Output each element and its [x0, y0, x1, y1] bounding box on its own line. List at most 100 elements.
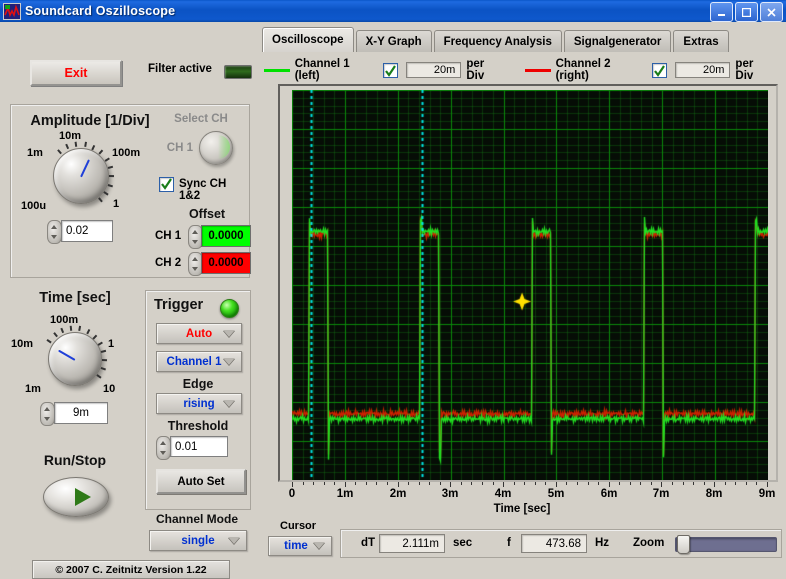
x-tick-minor	[303, 482, 304, 485]
trigger-mode-combo[interactable]: Auto	[156, 323, 242, 344]
trigger-source-combo[interactable]: Channel 1	[156, 351, 242, 372]
x-tick-major	[661, 482, 662, 487]
offset-title: Offset	[171, 207, 243, 221]
channel-2-per-div-value[interactable]: 20m	[675, 62, 730, 78]
x-axis: 0 1m 2m 3m 4m 5m 6m 7m 8m 9m	[292, 482, 768, 502]
time-knob-label-1m: 1m	[25, 383, 41, 395]
time-stepper[interactable]	[40, 402, 55, 426]
x-tick-minor	[482, 482, 483, 485]
x-tick-minor	[566, 482, 567, 485]
x-tick-label: 7m	[653, 488, 670, 500]
trigger-edge-value: rising	[183, 398, 214, 410]
x-tick-minor	[324, 482, 325, 485]
sync-ch-checkbox[interactable]	[159, 177, 174, 192]
x-tick-minor	[704, 482, 705, 485]
time-knob[interactable]	[48, 332, 102, 386]
tab-signalgenerator[interactable]: Signalgenerator	[564, 30, 672, 52]
close-button[interactable]	[760, 2, 783, 22]
channel-1-per-div-label: per Div	[466, 58, 505, 82]
x-tick-minor	[577, 482, 578, 485]
time-knob-label-1: 1	[108, 338, 114, 350]
zoom-slider-track[interactable]	[675, 537, 777, 552]
x-tick-minor	[588, 482, 589, 485]
x-tick-minor	[471, 482, 472, 485]
offset-ch1-label: CH 1	[155, 230, 181, 242]
channel-2-per-div-label: per Div	[735, 58, 774, 82]
x-tick-minor	[640, 482, 641, 485]
cursor-mode-value: time	[284, 540, 308, 552]
x-tick-minor	[630, 482, 631, 485]
cursor-bar: Cursor time dT 2.111m sec f 473.68 Hz Zo…	[264, 520, 780, 556]
time-knob-label-10: 10	[103, 383, 115, 395]
x-tick-minor	[693, 482, 694, 485]
x-tick-major	[609, 482, 610, 487]
amplitude-knob-label-10m: 10m	[59, 130, 81, 142]
amplitude-stepper[interactable]	[47, 220, 62, 244]
chevron-down-icon	[313, 542, 325, 549]
offset-ch2-value[interactable]: 0.0000	[201, 252, 251, 274]
x-tick-label: 6m	[601, 488, 618, 500]
run-stop-button[interactable]	[43, 477, 109, 517]
channel-mode-combo[interactable]: single	[149, 530, 247, 551]
channel-2-label: Channel 2 (right)	[556, 58, 646, 82]
tab-frequency-analysis[interactable]: Frequency Analysis	[434, 30, 562, 52]
oscilloscope-plot[interactable]	[292, 90, 768, 480]
channel-1-label: Channel 1 (left)	[295, 58, 377, 82]
select-ch-value: CH 1	[155, 142, 193, 154]
x-tick-major	[398, 482, 399, 487]
channel-1-enable-checkbox[interactable]	[383, 63, 398, 78]
trigger-threshold-value[interactable]: 0.01	[170, 436, 228, 457]
trigger-edge-combo[interactable]: rising	[156, 393, 242, 414]
window-title: Soundcard Oszilloscope	[25, 4, 175, 18]
amplitude-knob-label-100m: 100m	[112, 147, 140, 159]
auto-set-button[interactable]: Auto Set	[156, 469, 246, 494]
channel-legend: Channel 1 (left) 20m per Div Channel 2 (…	[264, 60, 780, 80]
channel-1-per-div-value[interactable]: 20m	[406, 62, 461, 78]
tab-xy-graph[interactable]: X-Y Graph	[356, 30, 432, 52]
x-tick-minor	[334, 482, 335, 485]
trigger-title: Trigger	[154, 297, 203, 313]
amplitude-knob[interactable]	[53, 148, 109, 204]
x-tick-major	[503, 482, 504, 487]
cursor-readout-group: dT 2.111m sec f 473.68 Hz Zoom	[340, 529, 782, 558]
amplitude-value[interactable]: 0.02	[61, 220, 113, 242]
channel-2-enable-checkbox[interactable]	[652, 63, 667, 78]
time-knob-label-10m: 10m	[11, 338, 33, 350]
dt-value: 2.111m	[379, 534, 445, 553]
exit-button[interactable]: Exit	[30, 60, 122, 86]
x-tick-minor	[725, 482, 726, 485]
channel-mode-value: single	[181, 535, 214, 547]
tab-extras[interactable]: Extras	[673, 30, 728, 52]
zoom-label: Zoom	[633, 537, 664, 549]
x-tick-major	[292, 482, 293, 487]
cursor-mode-combo[interactable]: time	[268, 536, 332, 556]
frequency-unit: Hz	[595, 537, 609, 549]
zoom-slider-thumb[interactable]	[677, 535, 690, 554]
app-icon	[3, 3, 21, 20]
filter-active-indicator[interactable]	[224, 65, 252, 79]
dt-unit: sec	[453, 537, 472, 549]
offset-ch2-label: CH 2	[155, 257, 181, 269]
x-tick-major	[556, 482, 557, 487]
minimize-button[interactable]	[710, 2, 733, 22]
select-ch-knob[interactable]	[199, 131, 233, 165]
maximize-button[interactable]	[735, 2, 758, 22]
control-panel: Exit Filter active Amplitude [1/Div] 10m…	[0, 22, 258, 557]
offset-ch1-value[interactable]: 0.0000	[201, 225, 251, 247]
trigger-threshold-label: Threshold	[146, 419, 250, 433]
copyright-label: © 2007 C. Zeitnitz Version 1.22	[32, 560, 230, 579]
tab-oscilloscope[interactable]: Oscilloscope	[262, 27, 354, 52]
x-tick-minor	[419, 482, 420, 485]
x-tick-label: 0	[289, 488, 295, 500]
x-tick-minor	[313, 482, 314, 485]
trigger-threshold-stepper[interactable]	[156, 436, 171, 460]
x-tick-minor	[756, 482, 757, 485]
x-tick-minor	[619, 482, 620, 485]
amplitude-knob-label-100u: 100u	[21, 200, 46, 212]
amplitude-knob-label-1m: 1m	[27, 147, 43, 159]
trigger-mode-value: Auto	[186, 328, 212, 340]
time-value[interactable]: 9m	[54, 402, 108, 424]
x-tick-label: 5m	[548, 488, 565, 500]
x-tick-label: 3m	[442, 488, 459, 500]
x-tick-label: 2m	[390, 488, 407, 500]
